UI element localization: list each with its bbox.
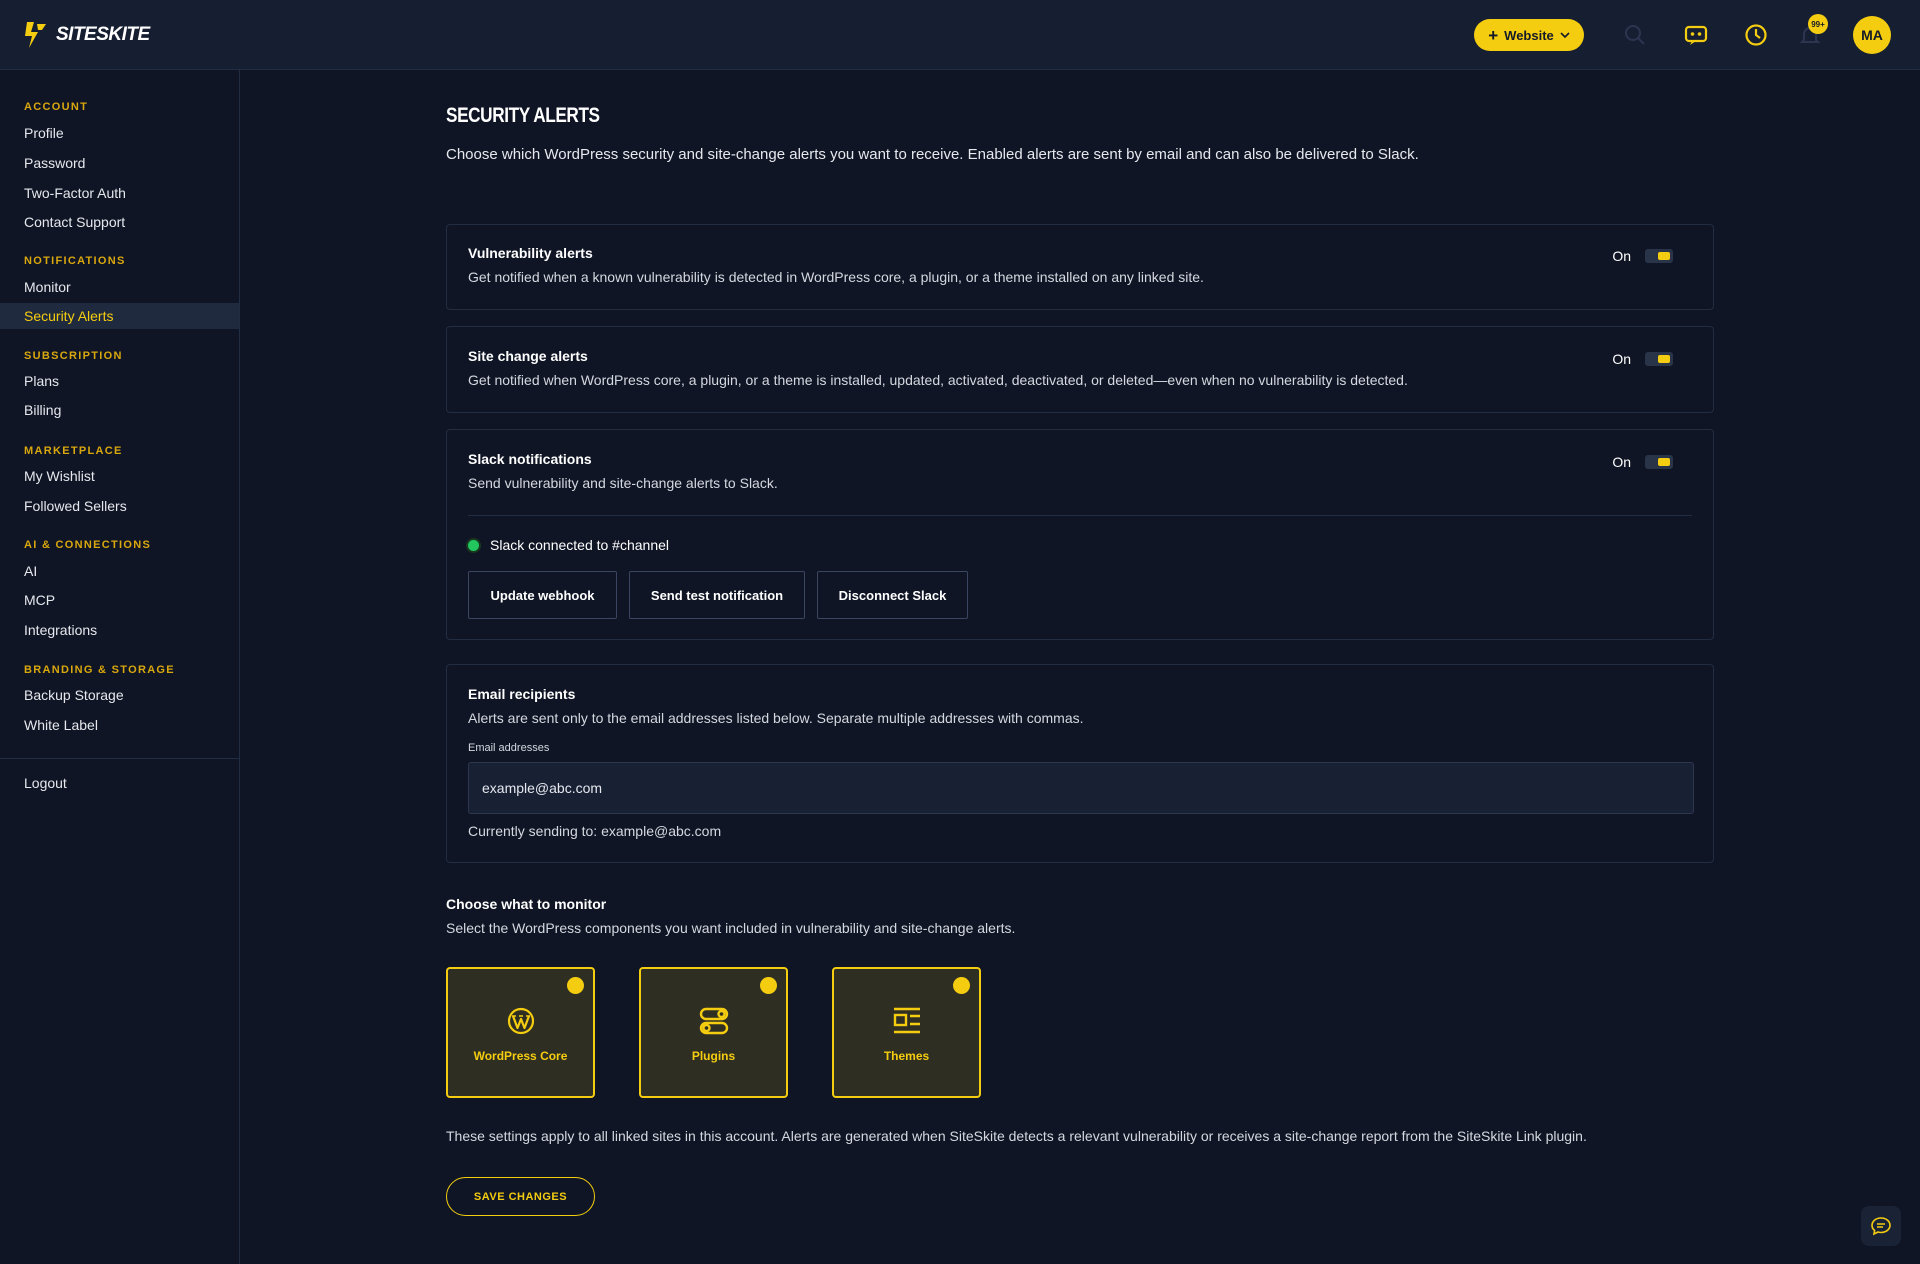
monitor-option-label: Themes	[883, 1049, 930, 1063]
email-recipients-description: Alerts are sent only to the email addres…	[468, 710, 1084, 726]
add-website-label: Website	[1504, 27, 1554, 43]
brand-name: SITESKITE	[56, 24, 150, 45]
sidebar-item-backup-storage[interactable]: Backup Storage	[0, 682, 239, 708]
connected-status-dot	[468, 540, 479, 551]
selected-indicator	[953, 977, 970, 994]
ai-assistant-icon[interactable]	[1683, 22, 1709, 48]
sidebar-item-billing[interactable]: Billing	[0, 397, 239, 423]
toggle-state-label: On	[1612, 248, 1631, 264]
user-avatar[interactable]: MA	[1853, 16, 1891, 54]
send-test-notification-button[interactable]: Send test notification	[629, 571, 805, 619]
email-addresses-input[interactable]	[468, 762, 1694, 814]
update-webhook-button[interactable]: Update webhook	[468, 571, 617, 619]
toggle-switch[interactable]	[1645, 455, 1673, 469]
site-change-alerts-card: Site change alerts Get notified when Wor…	[446, 326, 1714, 413]
sidebar-heading-branding-storage: BRANDING & STORAGE	[24, 664, 175, 676]
slack-divider	[468, 515, 1692, 516]
sidebar-heading-subscription: SUBSCRIPTION	[24, 350, 123, 362]
brand-logo[interactable]: SITESKITE	[24, 20, 150, 50]
site-change-alerts-description: Get notified when WordPress core, a plug…	[468, 372, 1408, 388]
sidebar-item-profile[interactable]: Profile	[0, 120, 239, 146]
email-recipients-card: Email recipients Alerts are sent only to…	[446, 664, 1714, 863]
currently-sending-text: Currently sending to: example@abc.com	[468, 823, 722, 839]
toggle-switch[interactable]	[1645, 352, 1673, 366]
sidebar-heading-notifications: NOTIFICATIONS	[24, 255, 126, 267]
monitor-section-description: Select the WordPress components you want…	[446, 920, 1016, 936]
toggle-state-label: On	[1612, 351, 1631, 367]
vulnerability-alerts-description: Get notified when a known vulnerability …	[468, 269, 1204, 285]
selected-indicator	[567, 977, 584, 994]
site-change-alerts-title: Site change alerts	[468, 348, 588, 364]
sidebar-item-two-factor-auth[interactable]: Two-Factor Auth	[0, 180, 239, 206]
monitor-option-label: Plugins	[691, 1049, 736, 1063]
sidebar-item-followed-sellers[interactable]: Followed Sellers	[0, 493, 239, 519]
page-description: Choose which WordPress security and site…	[446, 146, 1419, 163]
toggle-knob	[1658, 355, 1670, 363]
sidebar-heading-account: ACCOUNT	[24, 101, 89, 113]
chevron-down-icon	[1560, 32, 1570, 39]
toggle-state-label: On	[1612, 454, 1631, 470]
top-bar: SITESKITE + Website 99+ MA	[0, 0, 1920, 70]
slack-notifications-title: Slack notifications	[468, 451, 592, 467]
vulnerability-alerts-card: Vulnerability alerts Get notified when a…	[446, 224, 1714, 310]
sidebar-item-mcp[interactable]: MCP	[0, 587, 239, 613]
logout-link[interactable]: Logout	[0, 770, 239, 796]
bolt-logo-icon	[25, 22, 46, 48]
sidebar-heading-ai-connections: AI & CONNECTIONS	[24, 539, 152, 551]
sidebar-item-white-label[interactable]: White Label	[0, 712, 239, 738]
sidebar-nav: ACCOUNT Profile Password Two-Factor Auth…	[0, 70, 240, 1264]
sidebar-item-plans[interactable]: Plans	[0, 368, 239, 394]
wordpress-icon	[507, 1007, 534, 1035]
toggle-knob	[1658, 252, 1670, 260]
plugins-icon	[699, 1007, 728, 1035]
toggle-knob	[1658, 458, 1670, 466]
sidebar-divider	[0, 758, 239, 759]
chat-bubble-icon	[1871, 1217, 1891, 1236]
settings-footnote: These settings apply to all linked sites…	[446, 1128, 1587, 1144]
save-changes-button[interactable]: SAVE CHANGES	[446, 1177, 595, 1216]
disconnect-slack-button[interactable]: Disconnect Slack	[817, 571, 968, 619]
themes-icon	[893, 1007, 920, 1034]
search-icon[interactable]	[1622, 22, 1648, 48]
sidebar-item-ai[interactable]: AI	[0, 558, 239, 584]
monitor-option-plugins[interactable]: Plugins	[639, 967, 788, 1098]
monitor-option-label: WordPress Core	[473, 1049, 568, 1063]
sidebar-heading-marketplace: MARKETPLACE	[24, 445, 123, 457]
plus-icon: +	[1488, 25, 1499, 45]
page-title: SECURITY ALERTS	[446, 104, 600, 127]
slack-notifications-description: Send vulnerability and site-change alert…	[468, 475, 778, 491]
selected-indicator	[760, 977, 777, 994]
sidebar-item-monitor[interactable]: Monitor	[0, 274, 239, 300]
monitor-option-wordpress-core[interactable]: WordPress Core	[446, 967, 595, 1098]
toggle-switch[interactable]	[1645, 249, 1673, 263]
slack-connection-status: Slack connected to #channel	[490, 537, 670, 553]
slack-notifications-card: Slack notifications Send vulnerability a…	[446, 429, 1714, 640]
email-recipients-title: Email recipients	[468, 686, 576, 702]
site-change-alerts-toggle[interactable]: On	[1612, 351, 1673, 367]
history-icon[interactable]	[1743, 22, 1769, 48]
notification-badge: 99+	[1808, 14, 1828, 34]
sidebar-item-integrations[interactable]: Integrations	[0, 617, 239, 643]
sidebar-item-contact-support[interactable]: Contact Support	[0, 209, 239, 235]
monitor-option-themes[interactable]: Themes	[832, 967, 981, 1098]
monitor-section-title: Choose what to monitor	[446, 896, 607, 912]
vulnerability-alerts-title: Vulnerability alerts	[468, 245, 593, 261]
email-addresses-label: Email addresses	[468, 742, 550, 754]
add-website-button[interactable]: + Website	[1474, 19, 1584, 51]
sidebar-item-security-alerts[interactable]: Security Alerts	[0, 303, 239, 329]
slack-notifications-toggle[interactable]: On	[1612, 454, 1673, 470]
sidebar-item-my-wishlist[interactable]: My Wishlist	[0, 463, 239, 489]
sidebar-item-password[interactable]: Password	[0, 150, 239, 176]
chat-support-button[interactable]	[1861, 1206, 1901, 1246]
vulnerability-alerts-toggle[interactable]: On	[1612, 248, 1673, 264]
